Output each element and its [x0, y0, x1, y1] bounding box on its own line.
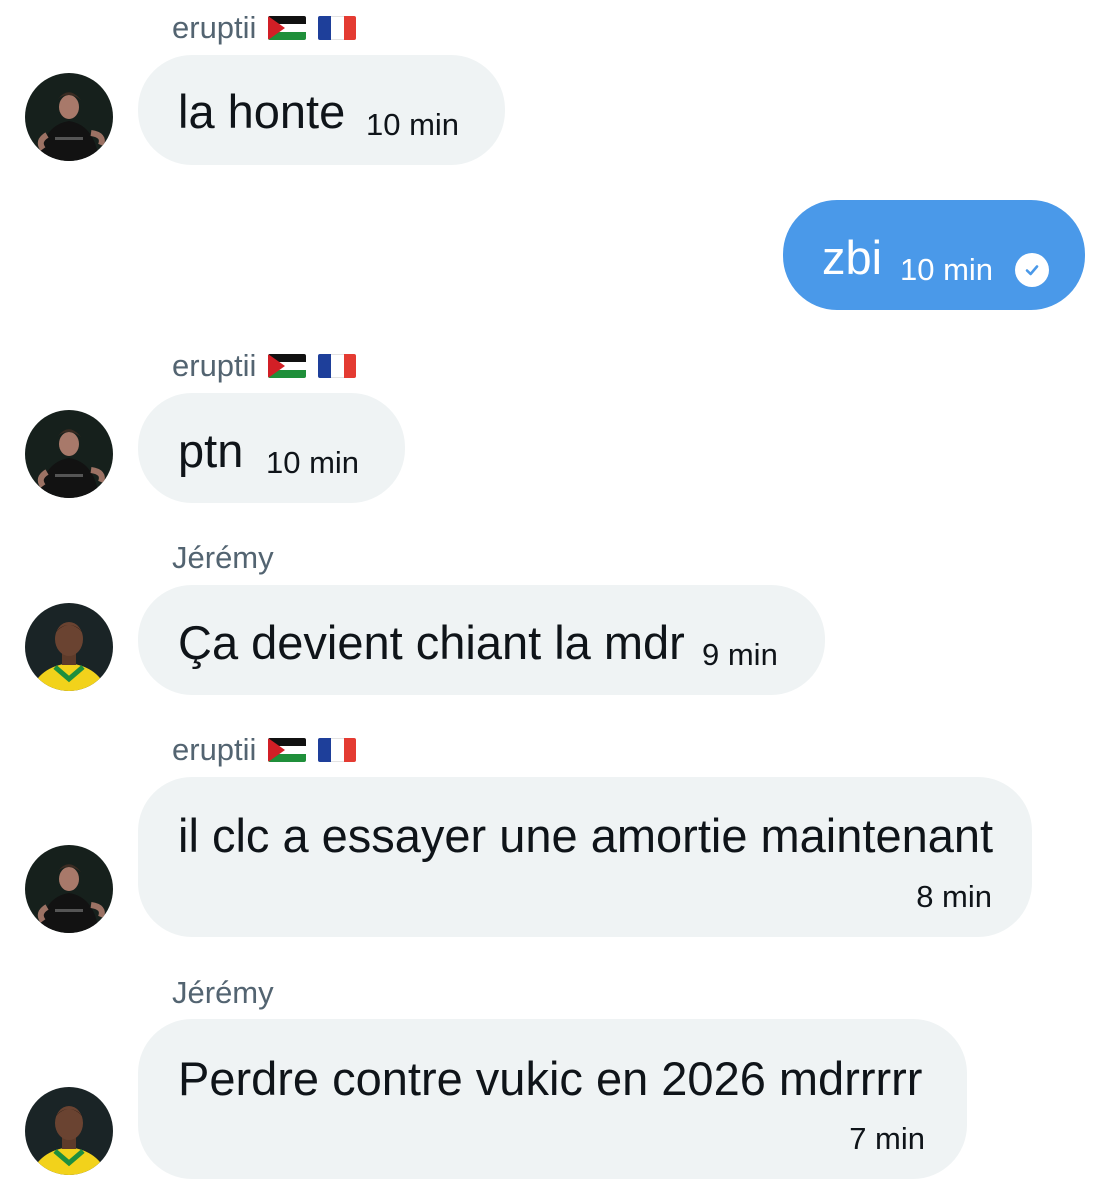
message-time: 10 min — [266, 445, 360, 480]
message-bubble[interactable]: ptn 10 min — [138, 393, 405, 503]
france-flag-icon — [318, 738, 357, 762]
outgoing-message-bubble[interactable]: zbi 10 min — [783, 200, 1085, 310]
sender-label: eruptii — [172, 348, 257, 383]
sender-name: Jérémy — [172, 971, 274, 1015]
message-text: il clc a essayer une amortie maintenant — [178, 809, 994, 862]
message-time: 10 min — [900, 252, 994, 287]
france-flag-icon — [318, 354, 357, 378]
message-bubble[interactable]: la honte 10 min — [138, 55, 505, 165]
message-time: 10 min — [366, 107, 460, 142]
palestine-flag-icon — [268, 16, 307, 40]
message-text: zbi — [822, 231, 883, 284]
sender-name: eruptii — [172, 6, 357, 50]
message-bubble[interactable]: Ça devient chiant la mdr 9 min — [138, 585, 825, 695]
message-text: Perdre contre vukic en 2026 mdrrrrr — [178, 1052, 923, 1105]
france-flag-icon — [318, 16, 357, 40]
message-text: Ça devient chiant la mdr — [178, 616, 685, 669]
message-bubble[interactable]: il clc a essayer une amortie maintenant … — [138, 777, 1032, 937]
sender-label: eruptii — [172, 732, 257, 767]
message-time: 9 min — [702, 637, 778, 672]
message-text: ptn — [178, 424, 244, 477]
sender-name: eruptii — [172, 344, 357, 388]
message-time: 8 min — [916, 879, 992, 914]
sender-label: Jérémy — [172, 975, 274, 1010]
message-bubble[interactable]: Perdre contre vukic en 2026 mdrrrrr 7 mi… — [138, 1019, 967, 1179]
message-time: 7 min — [849, 1121, 925, 1156]
avatar[interactable] — [25, 73, 113, 161]
sender-label: eruptii — [172, 10, 257, 45]
palestine-flag-icon — [268, 738, 307, 762]
avatar[interactable] — [25, 603, 113, 691]
avatar[interactable] — [25, 1087, 113, 1175]
avatar[interactable] — [25, 410, 113, 498]
avatar[interactable] — [25, 845, 113, 933]
sender-name: eruptii — [172, 728, 357, 772]
sender-name: Jérémy — [172, 536, 274, 580]
message-text: la honte — [178, 85, 346, 138]
palestine-flag-icon — [268, 354, 307, 378]
seen-check-icon — [1015, 253, 1049, 287]
sender-label: Jérémy — [172, 540, 274, 575]
